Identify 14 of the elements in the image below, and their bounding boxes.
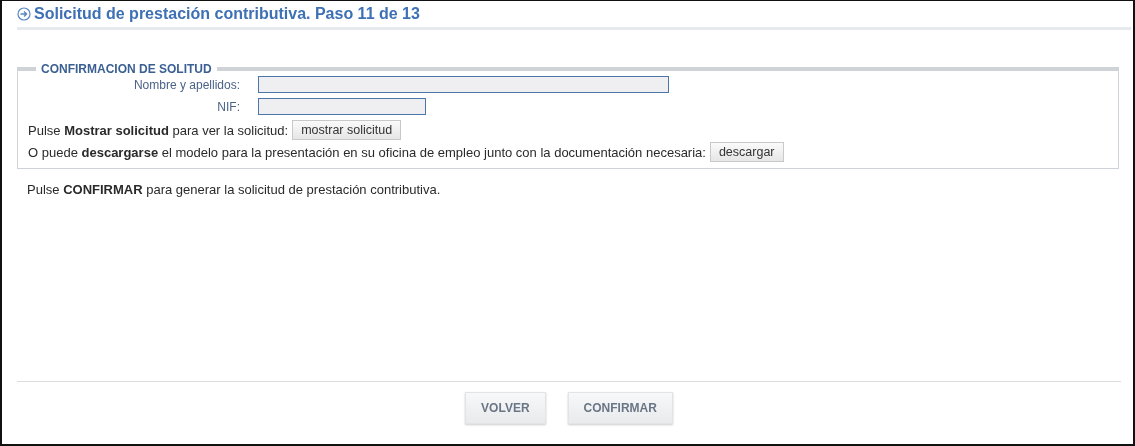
page-title: Solicitud de prestación contributiva. Paso 11 de 13: [34, 5, 420, 23]
input-field[interactable]: [258, 76, 669, 93]
action-button[interactable]: descargar: [709, 142, 784, 162]
field-label: Nombre y apellidos:: [132, 77, 240, 92]
nav-button[interactable]: CONFIRMAR: [567, 392, 673, 424]
action-button[interactable]: mostrar solicitud: [292, 120, 402, 140]
instruction-text: Pulse Mostrar solicitud para ver la solicitud:: [28, 122, 289, 138]
input-field[interactable]: [258, 98, 426, 115]
nav-button[interactable]: VOLVER: [465, 392, 546, 424]
field-label: NIF:: [216, 99, 240, 114]
arrow-circle-icon: [17, 7, 31, 21]
instruction-text: Pulse CONFIRMAR para generar la solicitud de prestación contributiva.: [27, 182, 442, 197]
section-legend: CONFIRMACION DE SOLITUD: [36, 62, 217, 76]
instruction-text: O puede descargarse el modelo para la presentación en su oficina de empleo junto con la documentación necesaria:: [28, 144, 706, 160]
